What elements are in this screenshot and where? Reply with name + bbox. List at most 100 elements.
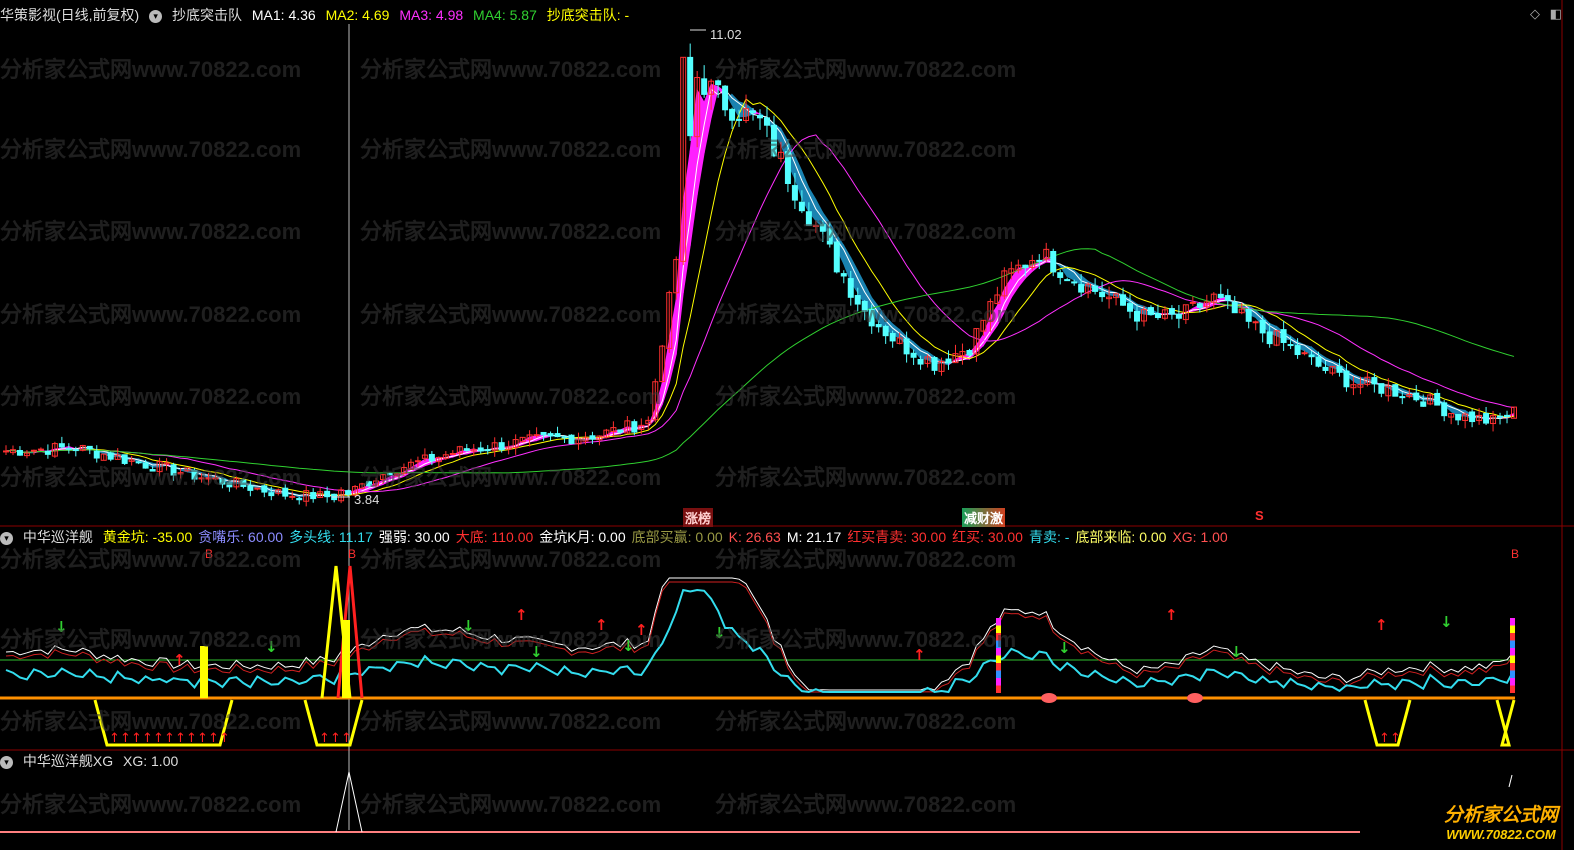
up-arrow: ↑ — [1390, 731, 1401, 746]
candle-body — [966, 350, 973, 356]
candle-body — [1092, 285, 1099, 292]
signal-bar — [996, 655, 1001, 663]
candle-body — [1127, 303, 1134, 312]
signal-bar — [996, 663, 1001, 671]
ma1-label: MA1: 4.36 — [251, 7, 316, 23]
candle-body — [1497, 415, 1504, 418]
tag-jiancai: 减财激 — [962, 508, 1006, 527]
watermark: 分析家公式网www.70822.com — [715, 302, 1017, 327]
candle-body — [1504, 414, 1511, 418]
candle-body — [1399, 396, 1406, 399]
candle-body — [910, 352, 917, 358]
tag-sell: S — [1255, 508, 1264, 523]
signal-bar — [1510, 670, 1515, 678]
watermark: 分析家公式网www.70822.com — [0, 57, 302, 82]
watermark: 分析家公式网www.70822.com — [0, 302, 302, 327]
watermark: 分析家公式网www.70822.com — [360, 57, 662, 82]
watermark: 分析家公式网www.70822.com — [715, 384, 1017, 409]
candle-body — [617, 429, 624, 433]
candle-body — [1099, 291, 1106, 298]
candle-body — [30, 449, 37, 452]
watermark: 分析家公式网www.70822.com — [360, 137, 662, 162]
candle-body — [1154, 313, 1161, 319]
signal-label: 抄底突击队: - — [546, 7, 630, 23]
signal-bar — [1510, 685, 1515, 693]
window-icon[interactable]: ◧ — [1550, 6, 1562, 22]
signal-bar — [1510, 648, 1515, 656]
ma3-label: MA3: 4.98 — [399, 7, 464, 23]
candle-body — [1280, 329, 1287, 343]
watermark: 分析家公式网www.70822.com — [360, 627, 662, 652]
candle-body — [1189, 301, 1196, 304]
signal-bar — [996, 685, 1001, 693]
diamond-icon[interactable]: ◇ — [1530, 6, 1540, 22]
site-logo: 分析家公式网 WWW.70822.COM — [1444, 800, 1558, 842]
candle-body — [498, 442, 505, 451]
candle-body — [1301, 352, 1308, 355]
sub2-header: ▾ 中华巡洋舰XG XG: 1.00 — [0, 750, 184, 772]
candle-body — [561, 436, 568, 439]
candle-body — [729, 108, 736, 121]
candle-body — [3, 450, 9, 453]
watermark: 分析家公式网www.70822.com — [0, 137, 302, 162]
candle-body — [1147, 307, 1154, 315]
down-arrow: ↓ — [1058, 639, 1071, 657]
candle-body — [631, 421, 638, 433]
chevron-down-icon[interactable]: ▾ — [0, 755, 13, 769]
signal-bar — [1510, 655, 1515, 663]
candle-body — [1420, 401, 1427, 407]
watermark: 分析家公式网www.70822.com — [360, 219, 662, 244]
candle-body — [1252, 321, 1259, 324]
candle-body — [798, 201, 805, 212]
candle-body — [86, 445, 93, 450]
ma2-label: MA2: 4.69 — [325, 7, 390, 23]
candle-body — [1120, 294, 1127, 306]
tag-zhangbang: 涨榜 — [683, 508, 714, 527]
candle-body — [687, 56, 694, 137]
candle-body — [1217, 293, 1224, 299]
up-arrow: ↑ — [1165, 606, 1178, 624]
watermark: 分析家公式网www.70822.com — [0, 384, 302, 409]
candle-body — [757, 114, 763, 119]
watermark: 分析家公式网www.70822.com — [715, 137, 1017, 162]
candle-body — [1022, 264, 1029, 269]
candle-body — [1259, 319, 1266, 334]
candle-body — [763, 117, 770, 126]
candle-body — [736, 118, 743, 121]
candle-body — [1196, 303, 1203, 308]
low-price-label: 3.84 — [354, 492, 380, 507]
candle-body — [1050, 250, 1057, 273]
candle-body — [1224, 295, 1231, 301]
candle-body — [1322, 366, 1329, 371]
candle-body — [345, 490, 352, 495]
candle-body — [1371, 377, 1378, 385]
candle-body — [44, 450, 51, 455]
up-arrow: ↑ — [341, 731, 352, 746]
up-arrow: ↑ — [1379, 731, 1390, 746]
candle-body — [540, 431, 547, 436]
tag-buy-2: B — [348, 547, 357, 561]
candle-body — [722, 85, 729, 111]
signal-bar — [1510, 640, 1515, 648]
stock-title: 华策影视(日线,前复权) — [0, 7, 140, 23]
ma4-label: MA4: 5.87 — [473, 7, 537, 23]
candle-body — [533, 434, 540, 437]
up-arrow: ↑ — [319, 731, 330, 746]
watermark: 分析家公式网www.70822.com — [715, 792, 1017, 817]
candle-body — [1294, 345, 1301, 356]
candle-body — [72, 449, 79, 452]
candle-body — [1175, 313, 1182, 319]
down-arrow: ↓ — [1440, 613, 1453, 631]
signal-bar — [996, 670, 1001, 678]
candle-body — [324, 490, 331, 498]
candle-body — [1378, 383, 1385, 394]
watermark: 分析家公式网www.70822.com — [0, 465, 302, 490]
candle-body — [1315, 356, 1322, 367]
candle-body — [1392, 384, 1399, 397]
candle-body — [296, 498, 303, 501]
candle-body — [847, 278, 854, 298]
signal-bar — [1510, 618, 1515, 626]
candle-body — [1434, 392, 1441, 406]
chevron-down-icon[interactable]: ▾ — [149, 9, 163, 23]
candle-body — [1441, 402, 1448, 417]
